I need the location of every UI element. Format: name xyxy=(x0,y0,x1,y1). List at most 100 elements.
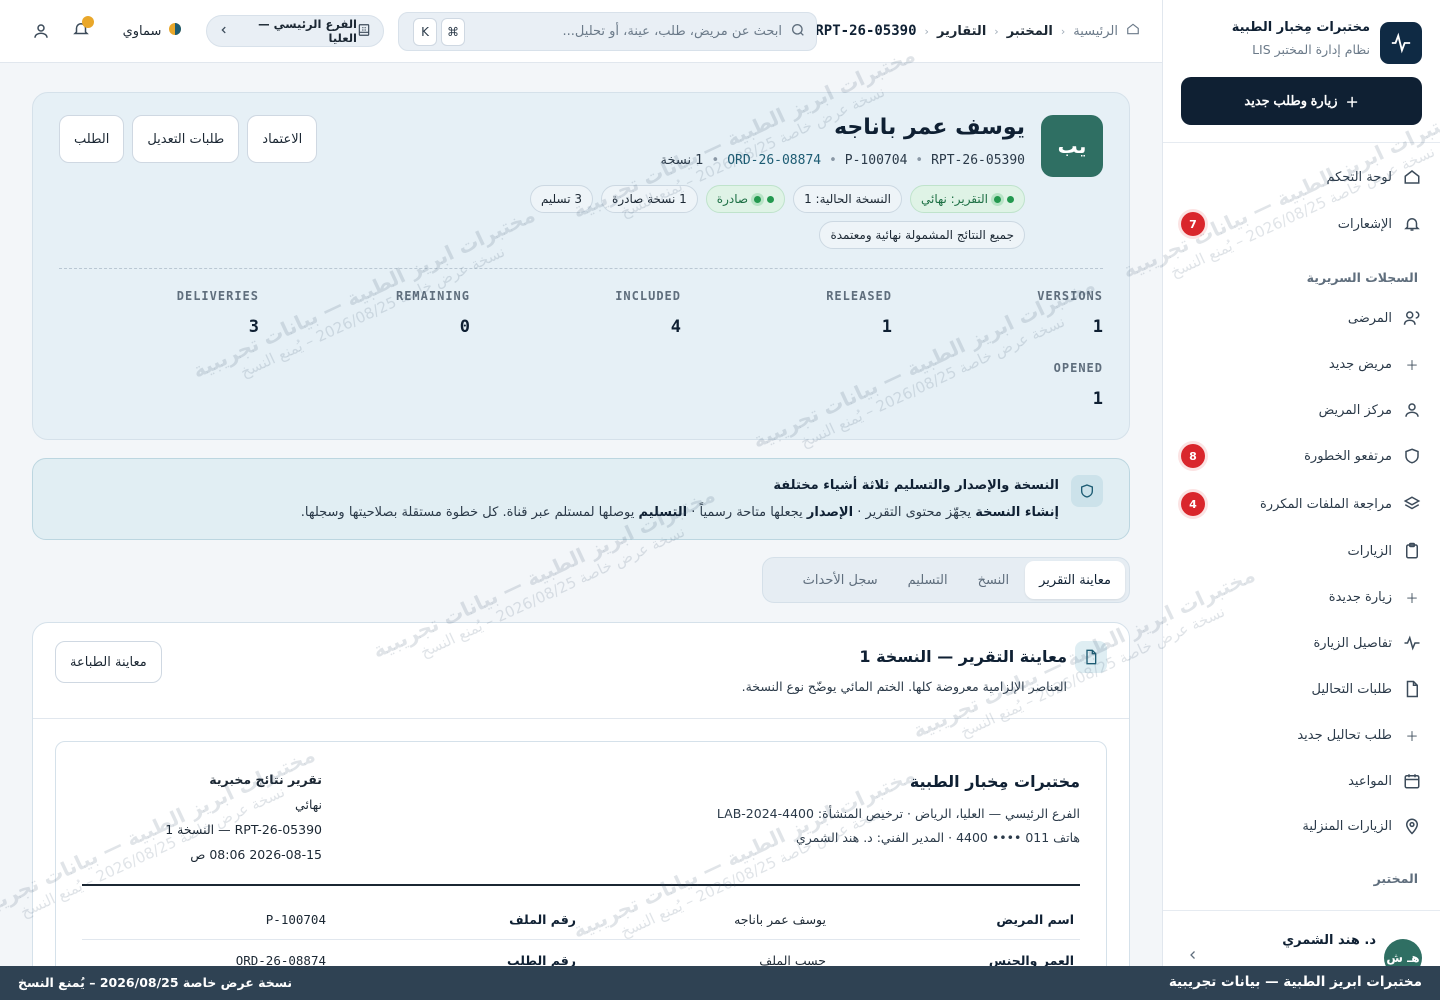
print-preview-button[interactable]: معاينة الطباعة xyxy=(55,641,162,683)
chip-released-count: 1 نسخة صادرة xyxy=(601,185,698,213)
chip-all-final: جميع النتائج المشمولة نهائية ومعتمدة xyxy=(819,221,1025,249)
chevron-left-icon xyxy=(219,24,229,38)
stat-versions: VERSIONS 1 xyxy=(923,289,1103,337)
chip-deliveries: 3 تسليم xyxy=(529,185,594,213)
sidebar-item-visit-details[interactable]: تفاصيل الزيارة xyxy=(1181,626,1422,660)
report-tabs: معاينة التقرير النسخ التسليم سجل الأحداث xyxy=(762,557,1130,603)
preview-subtitle: العناصر الإلزامية معروضة كلها. الختم الم… xyxy=(741,679,1067,694)
stat-value: 0 xyxy=(459,317,470,337)
footer-banner: مختبرات ابريز الطبية — بيانات تجريبية نس… xyxy=(0,966,1440,1000)
divider xyxy=(59,268,1103,269)
bell-icon xyxy=(1402,214,1422,234)
chip-label: 3 تسليم xyxy=(540,192,583,206)
sidebar-item-label: مركز المريض xyxy=(1318,402,1392,418)
new-visit-label: زيارة وطلب جديد xyxy=(1244,93,1338,108)
order-id-link[interactable]: ORD-26-08874 xyxy=(727,153,821,168)
patient-ids: RPT-26-05390 • P-100704 • ORD-26-08874 •… xyxy=(661,153,1025,168)
stat-value: 1 xyxy=(881,317,892,337)
sidebar-item-appointments[interactable]: المواعيد xyxy=(1181,764,1422,798)
brand-subtitle: نظام إدارة المختبر LIS xyxy=(1252,42,1370,57)
stat-opened: OPENED 1 xyxy=(923,361,1103,409)
breadcrumb-home[interactable]: الرئيسية xyxy=(1073,24,1118,39)
preview-title: معاينة التقرير — النسخة 1 xyxy=(859,647,1067,666)
status-chips: التقرير: نهائي النسخة الحالية: 1 صادرة 1… xyxy=(529,185,1025,213)
status-dot-icon xyxy=(994,195,1001,203)
sidebar-item-test-orders[interactable]: طلبات التحاليل xyxy=(1181,672,1422,706)
theme-circle-icon xyxy=(167,21,183,41)
sidebar-item-home-visits[interactable]: الزيارات المنزلية xyxy=(1181,809,1422,843)
user-icon xyxy=(1402,400,1422,420)
plus-icon: ＋ xyxy=(1405,729,1419,745)
sidebar-item-label: زيارة جديدة xyxy=(1328,589,1392,605)
amendment-requests-button[interactable]: طلبات التعديل xyxy=(132,115,240,163)
chip-released: صادرة xyxy=(705,185,786,213)
status-dot-icon xyxy=(754,195,762,203)
stat-released: RELEASED 1 xyxy=(712,289,892,337)
sidebar-item-new-patient[interactable]: ＋ مريض جديد xyxy=(1181,347,1422,381)
sidebar-item-label: المواعيد xyxy=(1348,773,1392,789)
new-visit-button[interactable]: ＋ زيارة وطلب جديد xyxy=(1181,77,1422,125)
sidebar-item-visits[interactable]: الزيارات xyxy=(1181,534,1422,568)
stat-value: 1 xyxy=(1092,317,1103,337)
chevron-icon: ‹ xyxy=(924,24,929,38)
report-paper: مختبرات مِخبار الطبية الفرع الرئيسي — ال… xyxy=(55,741,1107,1000)
tab-report-preview[interactable]: معاينة التقرير xyxy=(1025,561,1125,599)
notice-term-delivery: التسليم xyxy=(638,505,688,520)
brand: مختبرات مِخبار الطبية نظام إدارة المختبر… xyxy=(1181,18,1422,68)
chevron-left-icon[interactable] xyxy=(1187,949,1199,965)
info-notice: النسخة والإصدار والتسليم ثلاثة أشياء مخت… xyxy=(32,458,1130,540)
sidebar-item-label: مرتفعو الخطورة xyxy=(1304,448,1392,464)
patient-name: يوسف عمر باناجه xyxy=(834,115,1025,140)
brand-logo-icon xyxy=(1380,22,1422,64)
sidebar-item-new-test-order[interactable]: ＋ طلب تحاليل جديد xyxy=(1181,718,1422,752)
high-risk-badge: 8 xyxy=(1181,444,1205,468)
layers-icon xyxy=(1402,494,1422,514)
tab-versions[interactable]: النسخ xyxy=(964,561,1023,599)
stat-label: RELEASED xyxy=(826,289,892,303)
duplicates-badge: 4 xyxy=(1181,492,1205,516)
sidebar-item-new-visit[interactable]: ＋ زيارة جديدة xyxy=(1181,580,1422,614)
breadcrumb-reports[interactable]: التقارير xyxy=(937,24,986,39)
search-input[interactable]: ابحث عن مريض، طلب، عينة، أو تحليل... xyxy=(465,24,790,39)
sidebar-item-duplicates[interactable]: مراجعة الملفات المكررة 4 xyxy=(1181,487,1422,521)
approval-button[interactable]: الاعتماد xyxy=(247,115,318,163)
footer-right-text: مختبرات ابريز الطبية — بيانات تجريبية xyxy=(1168,974,1422,990)
sidebar-item-label: طلب تحاليل جديد xyxy=(1297,727,1392,743)
sidebar-item-dashboard[interactable]: لوحة التحكم xyxy=(1181,160,1422,194)
report-status: نهائي xyxy=(295,797,322,812)
tab-event-log[interactable]: سجل الأحداث xyxy=(789,561,892,599)
field-label: رقم الملف xyxy=(509,912,576,927)
user-icon[interactable] xyxy=(32,22,50,44)
chip-label: صادرة xyxy=(716,192,749,206)
branch-selector[interactable]: الفرع الرئيسي — العليا xyxy=(206,15,384,47)
plus-icon: ＋ xyxy=(1345,94,1359,110)
notice-text: يجهّز محتوى التقرير · xyxy=(853,505,976,520)
theme-toggle[interactable]: سماوي xyxy=(110,15,196,47)
stat-value: 4 xyxy=(670,317,681,337)
notification-bell-icon[interactable] xyxy=(72,16,94,42)
sidebar-item-notifications[interactable]: الإشعارات 7 xyxy=(1181,207,1422,241)
search-box[interactable]: ابحث عن مريض، طلب، عينة، أو تحليل... ⌘ K xyxy=(398,12,817,51)
hero-actions: الطلب طلبات التعديل الاعتماد xyxy=(59,115,318,163)
footer-left-text: نسخة عرض خاصة 2026/08/25 – يُمنع النسخ xyxy=(18,975,293,990)
tab-delivery[interactable]: التسليم xyxy=(894,561,962,599)
divider xyxy=(82,884,1080,886)
sidebar-item-label: لوحة التحكم xyxy=(1326,169,1392,185)
order-button[interactable]: الطلب xyxy=(59,115,125,163)
breadcrumb-lab[interactable]: المختبر xyxy=(1007,24,1053,39)
plus-icon: ＋ xyxy=(1405,358,1419,374)
chevron-icon: ‹ xyxy=(994,24,999,38)
map-pin-icon xyxy=(1402,816,1422,836)
stat-remaining: REMAINING 0 xyxy=(290,289,470,337)
sidebar-item-high-risk[interactable]: مرتفعو الخطورة 8 xyxy=(1181,439,1422,473)
status-dot-icon xyxy=(1007,195,1014,203)
dot-separator: • xyxy=(915,153,924,168)
field-label: اسم المريض xyxy=(996,912,1074,927)
sidebar-item-patients[interactable]: المرضى xyxy=(1181,301,1422,335)
stat-label: OPENED xyxy=(1053,361,1103,375)
patient-avatar: يب xyxy=(1041,115,1103,177)
clipboard-icon xyxy=(1402,541,1422,561)
stat-value: 3 xyxy=(248,317,259,337)
report-meta: تقرير نتائج مخبرية نهائي RPT-26-05390 — … xyxy=(82,772,322,872)
sidebar-item-patient-center[interactable]: مركز المريض xyxy=(1181,393,1422,427)
